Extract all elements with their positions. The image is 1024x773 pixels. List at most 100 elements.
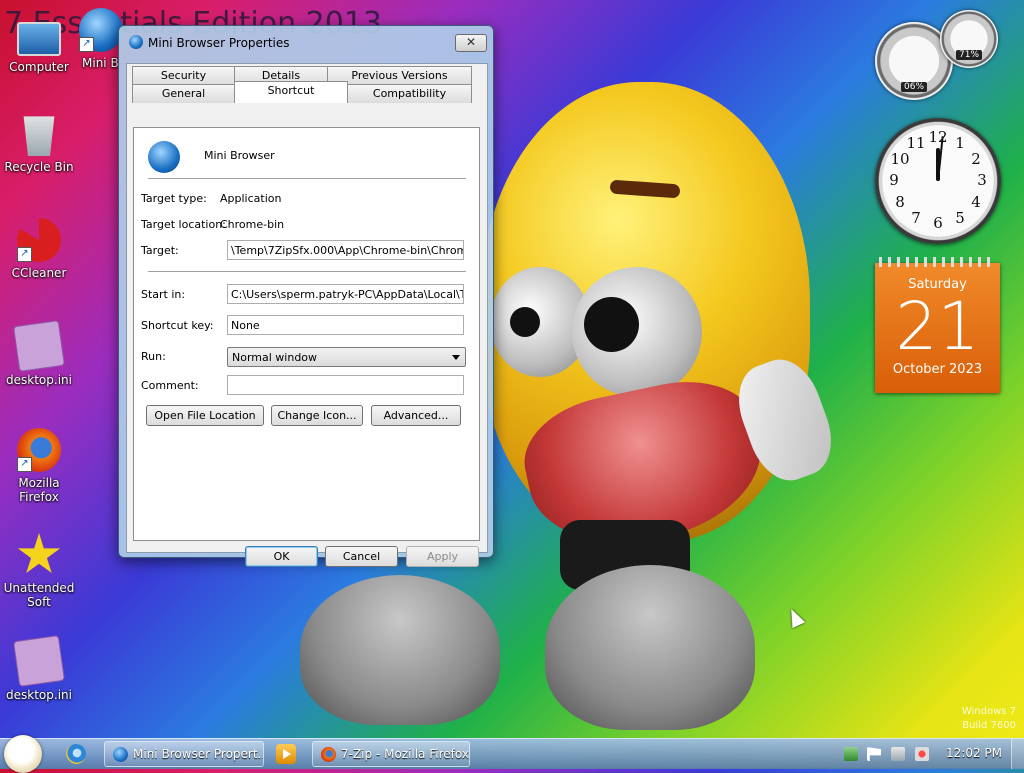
run-select[interactable]: Normal window	[227, 347, 466, 367]
firefox-icon	[321, 747, 336, 762]
start-button[interactable]	[4, 735, 42, 773]
star-icon	[17, 533, 61, 574]
start-in-field[interactable]: C:\Users\sperm.patryk-PC\AppData\Local\T…	[227, 284, 464, 304]
clock-number: 6	[933, 214, 943, 232]
ccleaner-icon: ↗	[17, 218, 61, 262]
clock-number: 5	[955, 209, 965, 227]
apply-button[interactable]: Apply	[406, 546, 479, 567]
shortcut-panel: Mini Browser Target type: Application Ta…	[133, 127, 480, 541]
firefox-icon: ↗	[17, 428, 61, 472]
desktop-icon-recycle-bin[interactable]: Recycle Bin	[1, 112, 77, 174]
comment-field[interactable]	[227, 375, 464, 395]
cancel-button[interactable]: Cancel	[325, 546, 398, 567]
comment-label: Comment:	[141, 379, 199, 392]
calendar-month: October 2023	[892, 362, 983, 377]
internet-explorer-icon[interactable]	[66, 744, 86, 764]
desktop-icon-label: desktop.ini	[6, 373, 72, 387]
clock-number: 8	[895, 193, 905, 211]
shortcut-key-field[interactable]: None	[227, 315, 464, 335]
clock-gadget[interactable]: 12 1 2 3 4 5 6 7 8 9 10 11	[875, 118, 1001, 244]
target-type-value: Application	[220, 192, 282, 205]
taskbar-item-label: 7-Zip - Mozilla Firefox	[341, 747, 469, 761]
clock-number: 11	[906, 134, 926, 152]
run-label: Run:	[141, 350, 166, 363]
clock-number: 9	[889, 171, 899, 189]
target-location-value: Chrome-bin	[220, 218, 285, 231]
memory-meter-gadget[interactable]: 71%	[940, 10, 998, 68]
volume-muted-icon[interactable]	[915, 747, 929, 761]
open-file-location-button[interactable]: Open File Location	[146, 405, 264, 426]
wallpaper-brow	[609, 179, 681, 199]
target-type-label: Target type:	[141, 192, 207, 205]
clock-number: 7	[911, 209, 921, 227]
desktop-icon-label: Recycle Bin	[4, 160, 74, 174]
desktop-icon-label: Mozilla Firefox	[18, 476, 60, 504]
clock-time[interactable]: 12:02 PM	[946, 746, 1002, 760]
calendar-date: 21	[895, 288, 980, 365]
run-select-value: Normal window	[232, 351, 318, 364]
clock-number: 10	[890, 150, 910, 168]
taskbar-item-firefox[interactable]: 7-Zip - Mozilla Firefox	[312, 741, 470, 767]
shortcut-key-label: Shortcut key:	[141, 319, 214, 332]
wallpaper-shoe-right	[545, 565, 755, 730]
properties-dialog: Mini Browser Properties ✕ Security Detai…	[118, 25, 494, 567]
show-desktop-button[interactable]	[1011, 739, 1024, 769]
app-name: Mini Browser	[204, 149, 275, 162]
target-location-label: Target location:	[141, 218, 226, 231]
desktop-icon-label: Unattended Soft	[3, 581, 75, 609]
flag-icon[interactable]	[867, 747, 881, 761]
target-label: Target:	[141, 244, 179, 257]
start-in-label: Start in:	[141, 288, 186, 301]
tab-shortcut[interactable]: Shortcut	[234, 81, 348, 103]
media-player-icon[interactable]	[276, 744, 296, 764]
desktop-icon-ccleaner[interactable]: ↗ CCleaner	[1, 218, 77, 280]
clock-number: 3	[977, 171, 987, 189]
taskbar: Mini Browser Propert... 7-Zip - Mozilla …	[0, 735, 1024, 773]
tab-previous-versions[interactable]: Previous Versions	[327, 66, 472, 85]
wallpaper-eye-right	[572, 267, 702, 397]
close-button[interactable]: ✕	[455, 34, 487, 52]
tab-security[interactable]: Security	[132, 66, 235, 85]
dialog-title: Mini Browser Properties	[148, 36, 290, 50]
divider	[148, 178, 466, 179]
dialog-client: Security Details Previous Versions Gener…	[126, 63, 488, 567]
desktop-icon-label: Computer	[9, 60, 69, 74]
target-field[interactable]: \Temp\7ZipSfx.000\App\Chrome-bin\Chrome.…	[227, 240, 464, 260]
network-icon[interactable]	[891, 747, 905, 761]
security-tray-icon[interactable]	[844, 747, 858, 761]
ini-file-icon	[13, 320, 65, 372]
mini-browser-icon	[129, 35, 143, 49]
desktop-icon-label: desktop.ini	[6, 688, 72, 702]
wallpaper-shoe-left	[300, 575, 500, 725]
advanced-button[interactable]: Advanced...	[371, 405, 461, 426]
chevron-down-icon	[452, 355, 460, 360]
tab-compatibility[interactable]: Compatibility	[347, 84, 472, 103]
cpu-usage: 06%	[900, 82, 928, 92]
desktop-icon-desktop-ini-2[interactable]: desktop.ini	[1, 635, 77, 702]
mini-browser-icon	[148, 141, 180, 173]
mini-browser-icon	[113, 747, 128, 762]
mouse-cursor	[784, 605, 806, 629]
change-icon-button[interactable]: Change Icon...	[271, 405, 363, 426]
tab-general[interactable]: General	[132, 84, 235, 103]
desktop-icon-label: CCleaner	[11, 266, 67, 280]
divider	[148, 271, 466, 272]
taskbar-item-label: Mini Browser Propert...	[133, 747, 264, 761]
calendar-rings	[879, 257, 996, 267]
taskbar-item-properties[interactable]: Mini Browser Propert...	[104, 741, 264, 767]
desktop-icon-computer[interactable]: Computer	[1, 14, 77, 74]
ini-file-icon	[13, 635, 65, 687]
memory-usage: 71%	[955, 50, 983, 60]
computer-icon	[17, 22, 61, 56]
recycle-bin-icon	[23, 116, 55, 156]
wallpaper-watermark: Windows 7 Build 7600	[961, 706, 1016, 731]
clock-number: 12	[928, 128, 948, 146]
ok-button[interactable]: OK	[245, 546, 318, 567]
calendar-gadget[interactable]: Saturday 21 October 2023	[875, 257, 1000, 393]
dialog-titlebar[interactable]: Mini Browser Properties ✕	[119, 26, 493, 56]
desktop-icon-desktop-ini-1[interactable]: desktop.ini	[1, 320, 77, 387]
desktop-icon-unattended-soft[interactable]: Unattended Soft	[1, 533, 77, 609]
clock-number: 2	[971, 150, 981, 168]
mini-browser-icon: ↗	[79, 8, 123, 52]
desktop-icon-firefox[interactable]: ↗ Mozilla Firefox	[1, 428, 77, 504]
